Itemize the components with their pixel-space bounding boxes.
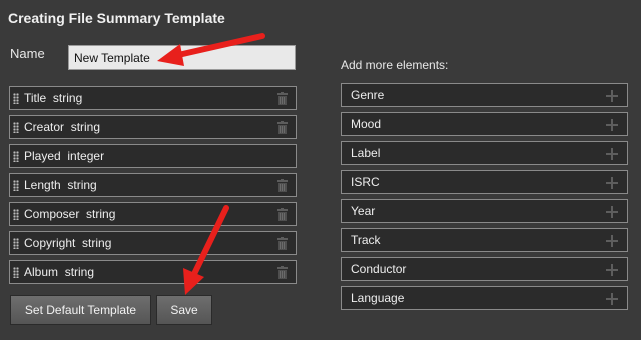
trash-icon[interactable] [277, 266, 288, 279]
field-label: Played integer [24, 149, 104, 163]
set-default-template-button[interactable]: Set Default Template [10, 295, 151, 325]
plus-icon[interactable] [606, 206, 618, 218]
template-field-row[interactable]: Copyright string [9, 231, 297, 255]
trash-icon[interactable] [277, 237, 288, 250]
field-type: string [86, 207, 116, 221]
field-label: Copyright string [24, 236, 111, 250]
plus-icon[interactable] [606, 177, 618, 189]
template-field-row[interactable]: Composer string [9, 202, 297, 226]
template-dialog: Creating File Summary Template Name Add … [0, 0, 641, 340]
element-label: Conductor [351, 262, 407, 276]
trash-icon[interactable] [277, 208, 288, 221]
field-type: string [82, 236, 112, 250]
field-name: Title [24, 91, 47, 105]
template-field-row[interactable]: Played integer [9, 144, 297, 168]
field-type: string [67, 178, 97, 192]
plus-icon[interactable] [606, 119, 618, 131]
available-element-row[interactable]: Language [341, 286, 628, 310]
plus-icon[interactable] [606, 148, 618, 160]
grip-icon[interactable] [13, 180, 19, 191]
field-name: Creator [24, 120, 65, 134]
field-name: Length [24, 178, 61, 192]
plus-icon[interactable] [606, 90, 618, 102]
field-label: Creator string [24, 120, 100, 134]
trash-icon[interactable] [277, 179, 288, 192]
available-element-row[interactable]: Year [341, 199, 628, 223]
element-label: Track [351, 233, 381, 247]
grip-icon[interactable] [13, 209, 19, 220]
element-label: Language [351, 291, 405, 305]
trash-icon[interactable] [277, 92, 288, 105]
template-field-row[interactable]: Title string [9, 86, 297, 110]
available-element-row[interactable]: Conductor [341, 257, 628, 281]
save-button[interactable]: Save [156, 295, 212, 325]
element-label: Label [351, 146, 381, 160]
field-label: Composer string [24, 207, 115, 221]
available-element-row[interactable]: Label [341, 141, 628, 165]
grip-icon[interactable] [13, 93, 19, 104]
name-label: Name [10, 46, 45, 61]
field-label: Title string [24, 91, 82, 105]
field-name: Album [24, 265, 59, 279]
available-element-row[interactable]: ISRC [341, 170, 628, 194]
grip-icon[interactable] [13, 151, 19, 162]
field-type: string [52, 91, 83, 105]
field-name: Copyright [24, 236, 76, 250]
template-field-row[interactable]: Creator string [9, 115, 297, 139]
plus-icon[interactable] [606, 264, 618, 276]
available-element-row[interactable]: Mood [341, 112, 628, 136]
trash-icon[interactable] [277, 121, 288, 134]
grip-icon[interactable] [13, 238, 19, 249]
dialog-title: Creating File Summary Template [8, 10, 225, 26]
field-name: Played [24, 149, 61, 163]
grip-icon[interactable] [13, 267, 19, 278]
plus-icon[interactable] [606, 235, 618, 247]
element-label: ISRC [351, 175, 380, 189]
template-field-row[interactable]: Album string [9, 260, 297, 284]
available-element-row[interactable]: Track [341, 228, 628, 252]
field-label: Album string [24, 265, 94, 279]
element-label: Mood [351, 117, 382, 131]
template-name-input[interactable] [68, 45, 296, 70]
field-type: string [64, 265, 95, 279]
field-name: Composer [24, 207, 80, 221]
grip-icon[interactable] [13, 122, 19, 133]
add-more-elements-label: Add more elements: [341, 58, 449, 72]
plus-icon[interactable] [606, 293, 618, 305]
available-element-row[interactable]: Genre [341, 83, 628, 107]
field-type: string [70, 120, 101, 134]
field-type: integer [67, 149, 105, 163]
element-label: Genre [351, 88, 385, 102]
template-field-row[interactable]: Length string [9, 173, 297, 197]
element-label: Year [351, 204, 376, 218]
field-label: Length string [24, 178, 97, 192]
